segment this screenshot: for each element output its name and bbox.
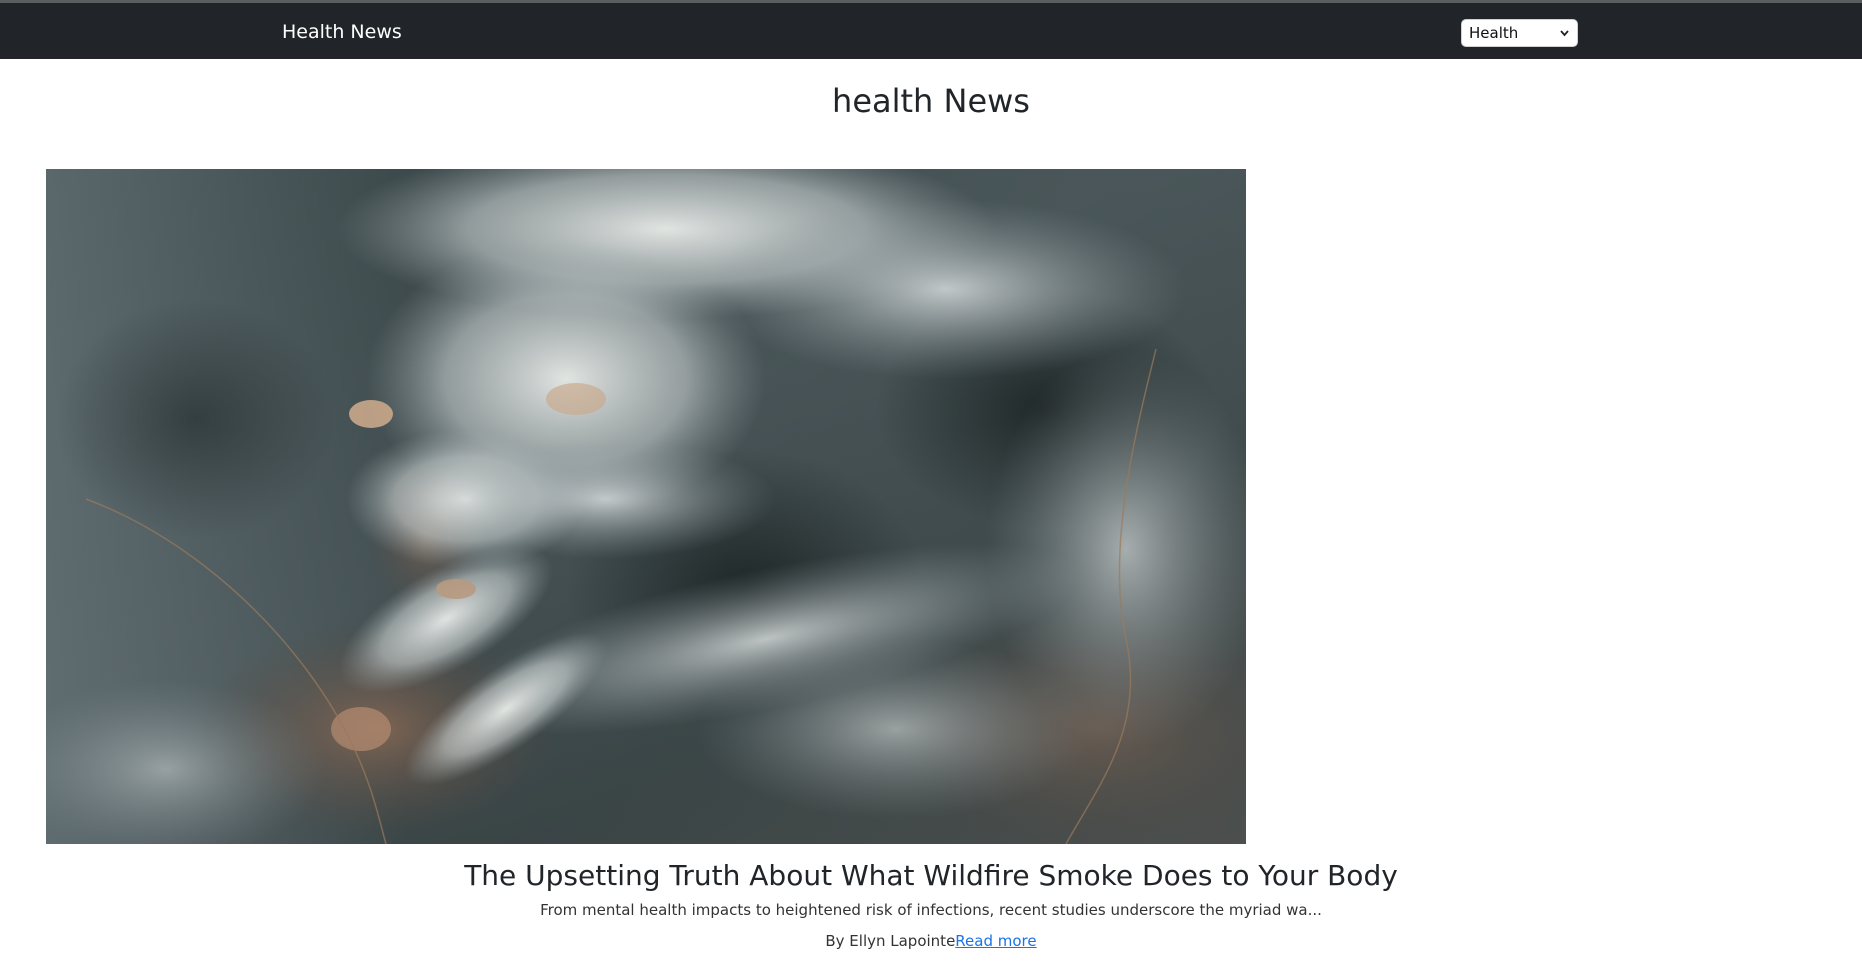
page-title: health News	[832, 82, 1030, 120]
chevron-down-icon	[1560, 20, 1569, 56]
article-byline: By Ellyn Lapointe	[825, 932, 956, 950]
category-select[interactable]: Health	[1461, 19, 1578, 47]
navbar: Health News Health	[0, 3, 1862, 59]
article-image[interactable]	[46, 169, 1246, 844]
read-more-link[interactable]: Read more	[955, 932, 1036, 950]
brand-link[interactable]: Health News	[282, 20, 402, 44]
byline-row: By Ellyn LapointeRead more	[0, 930, 1862, 952]
article-summary: From mental health impacts to heightened…	[540, 901, 1322, 919]
article-title[interactable]: The Upsetting Truth About What Wildfire …	[0, 856, 1862, 896]
category-select-value: Health	[1469, 24, 1519, 42]
